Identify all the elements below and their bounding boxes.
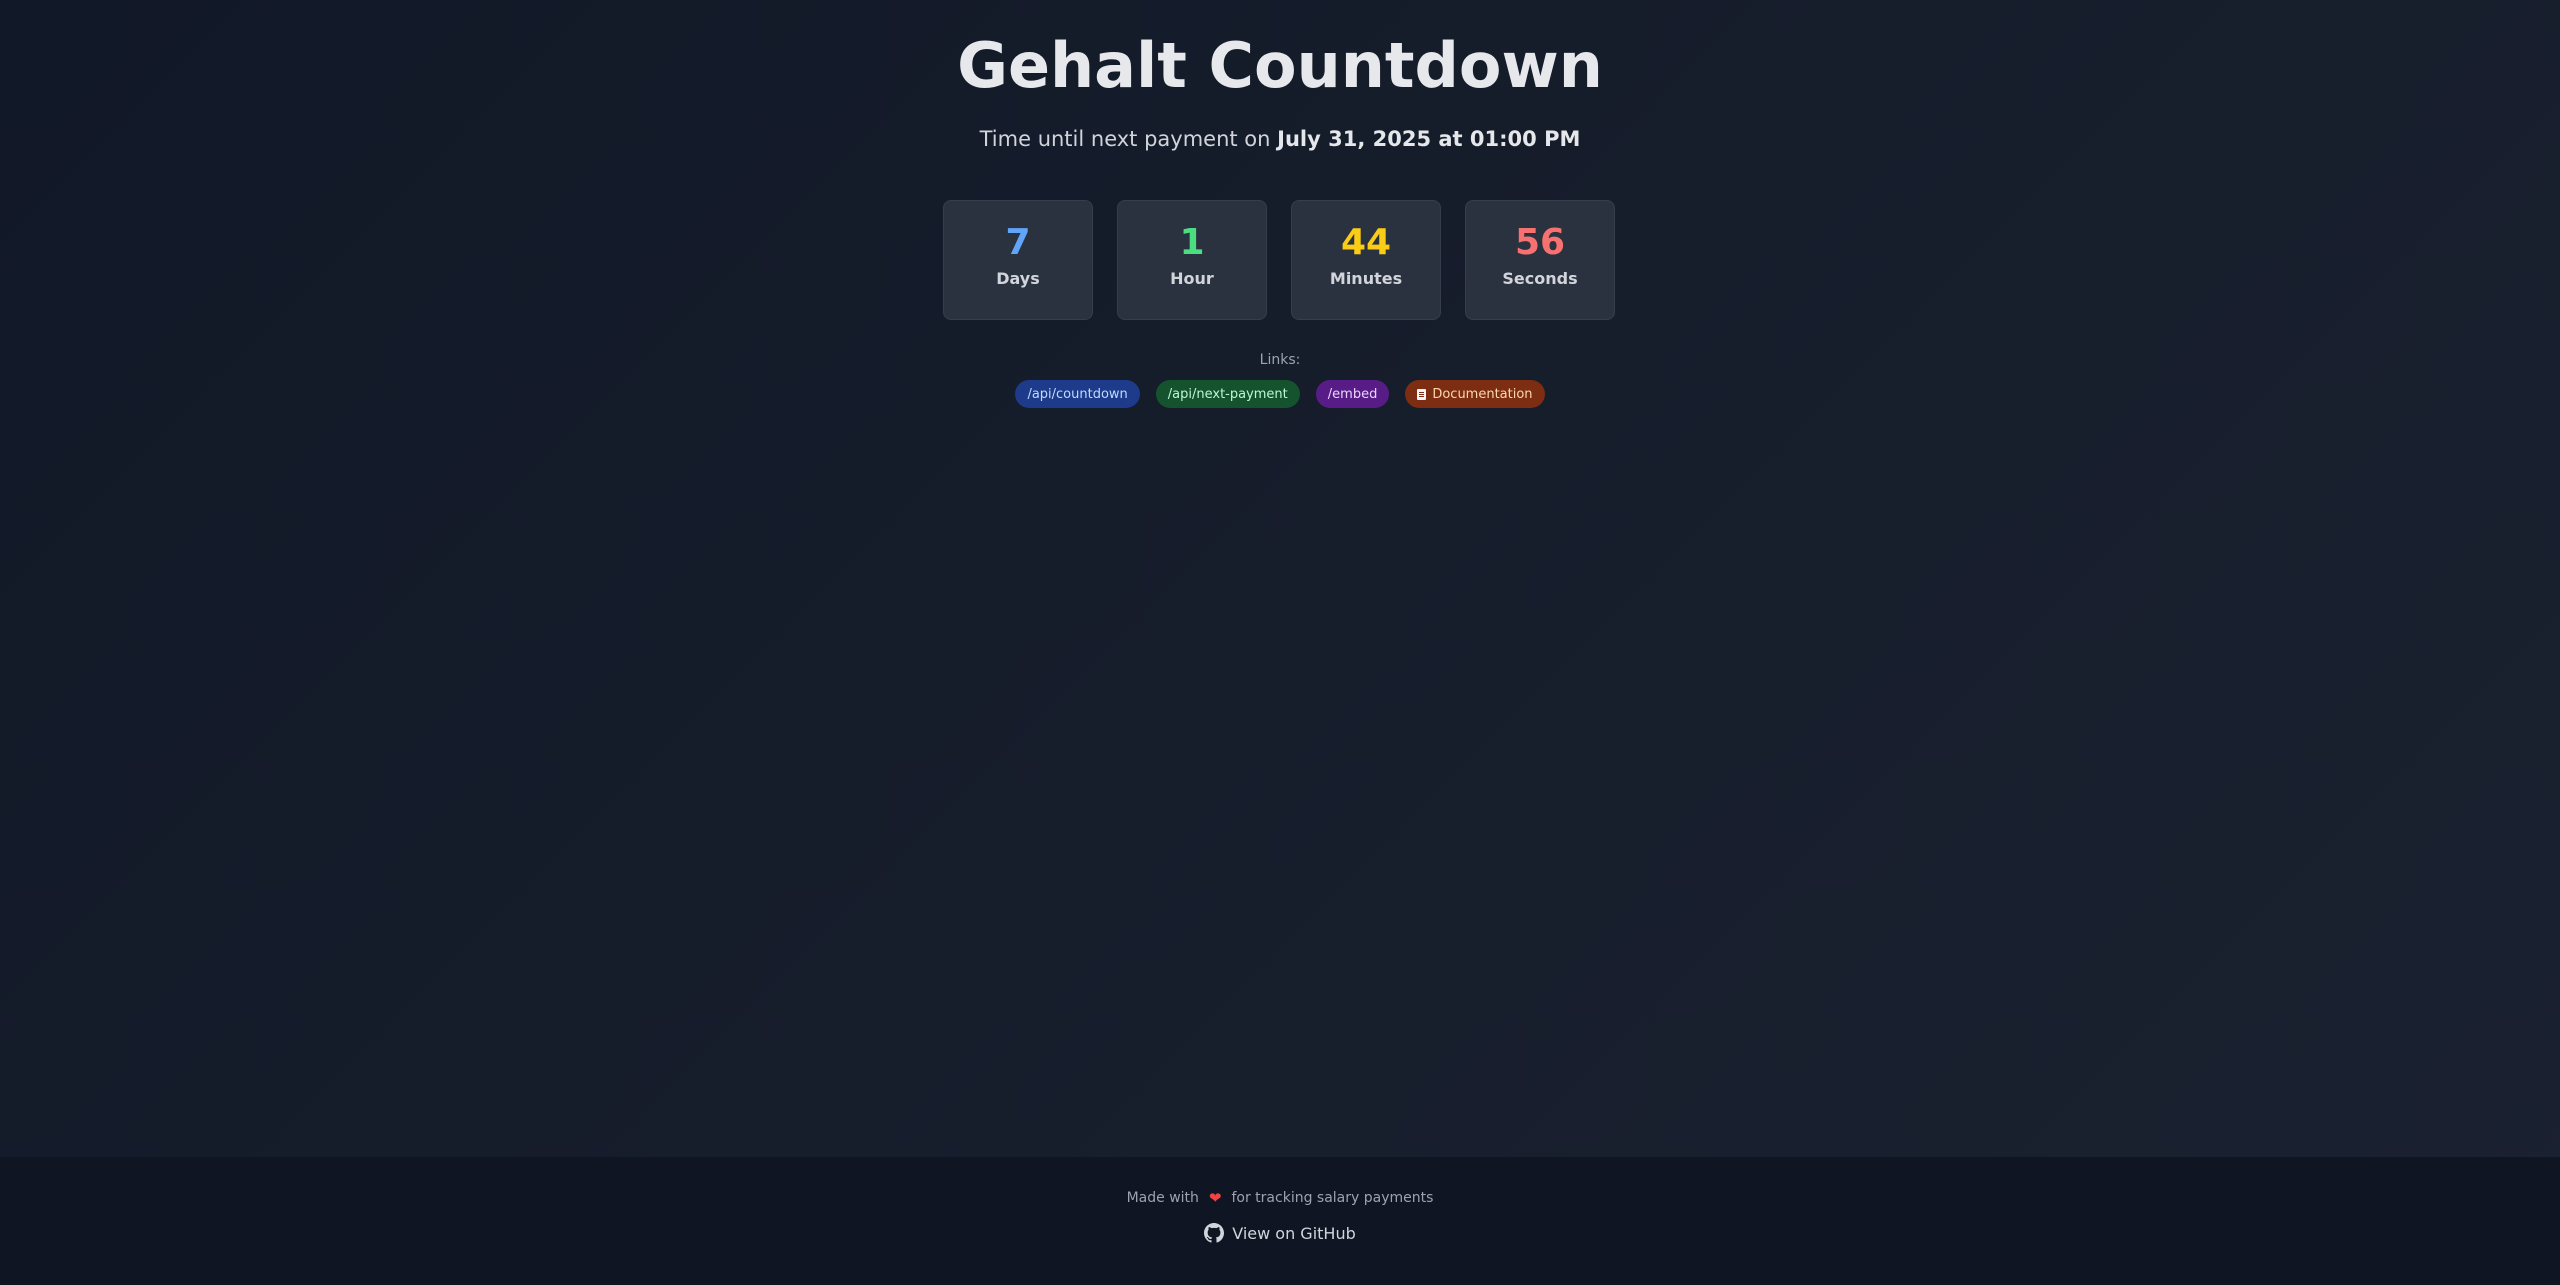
heart-icon: ❤ bbox=[1208, 1189, 1222, 1207]
github-link-label: View on GitHub bbox=[1232, 1223, 1356, 1243]
countdown-seconds-label: Seconds bbox=[1502, 269, 1578, 288]
main-content: Gehalt Countdown Time until next payment… bbox=[0, 0, 2560, 1157]
links-bar: /api/countdown /api/next-payment /embed … bbox=[0, 380, 2560, 408]
link-documentation[interactable]: Documentation bbox=[1405, 380, 1545, 408]
countdown-hours-value: 1 bbox=[1179, 222, 1205, 263]
footer-made-with: Made with ❤ for tracking salary payments bbox=[0, 1189, 2560, 1207]
link-documentation-label: Documentation bbox=[1432, 386, 1533, 402]
link-embed[interactable]: /embed bbox=[1315, 380, 1390, 408]
github-link[interactable]: View on GitHub bbox=[0, 1223, 2560, 1243]
page-title: Gehalt Countdown bbox=[957, 29, 1603, 102]
payment-date: July 31, 2025 at 01:00 PM bbox=[1277, 127, 1581, 151]
countdown-hours-card: 1 Hour bbox=[1117, 200, 1267, 320]
link-api-next-payment-label: /api/next-payment bbox=[1167, 386, 1288, 402]
countdown-minutes-value: 44 bbox=[1340, 222, 1392, 263]
link-api-countdown-label: /api/countdown bbox=[1027, 386, 1128, 402]
footer-made-for-text: for tracking salary payments bbox=[1231, 1190, 1434, 1206]
link-api-countdown[interactable]: /api/countdown bbox=[1015, 380, 1140, 408]
link-embed-label: /embed bbox=[1327, 386, 1378, 402]
countdown-days-label: Days bbox=[996, 269, 1040, 288]
link-api-next-payment[interactable]: /api/next-payment bbox=[1155, 380, 1300, 408]
countdown-seconds-card: 56 Seconds bbox=[1465, 200, 1615, 320]
countdown-seconds-value: 56 bbox=[1514, 222, 1566, 263]
github-icon bbox=[1204, 1223, 1225, 1243]
footer: Made with ❤ for tracking salary payments… bbox=[0, 1157, 2560, 1285]
links-label: Links: bbox=[1259, 352, 1301, 368]
footer-made-with-text: Made with bbox=[1126, 1190, 1199, 1206]
countdown-minutes-card: 44 Minutes bbox=[1291, 200, 1441, 320]
countdown-days-value: 7 bbox=[1005, 222, 1031, 263]
document-icon bbox=[1417, 388, 1427, 400]
countdown-minutes-label: Minutes bbox=[1329, 269, 1403, 288]
countdown-days-card: 7 Days bbox=[943, 200, 1093, 320]
subtitle: Time until next payment on July 31, 2025… bbox=[0, 122, 2560, 156]
countdown-cards: 7 Days 1 Hour 44 Minutes 56 Seconds bbox=[943, 200, 1617, 320]
subtitle-prefix: Time until next payment on bbox=[979, 127, 1271, 151]
countdown-hours-label: Hour bbox=[1170, 269, 1214, 288]
